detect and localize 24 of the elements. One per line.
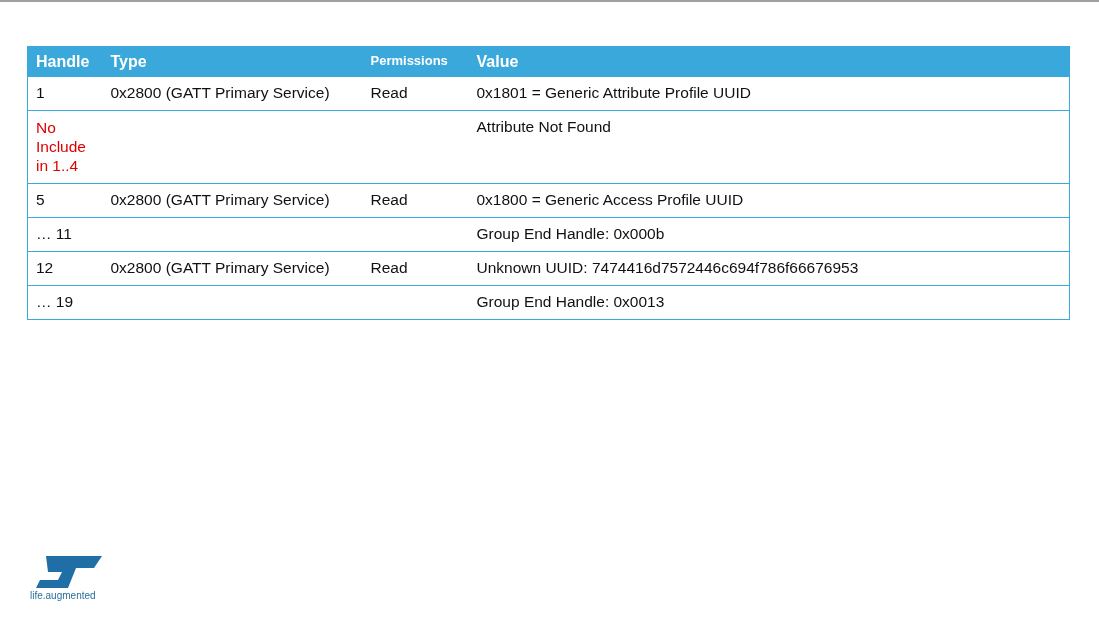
table-cell: Read <box>370 259 408 276</box>
table-cell: Group End Handle: 0x0013 <box>476 293 665 310</box>
table-cell: 0x2800 (GATT Primary Service) <box>110 191 330 208</box>
column-header: Value <box>468 46 1070 77</box>
table-cell: 5 <box>36 191 45 208</box>
table-cell: 1 <box>36 84 45 101</box>
column-header: Permissions <box>362 46 469 77</box>
table-cell-text: No Include in 1..4 <box>36 118 87 175</box>
table-cell: Read <box>370 191 408 208</box>
table-cell: 0x1801 = Generic Attribute Profile UUID <box>476 84 751 101</box>
logo-icon <box>36 556 102 588</box>
table-cell: … 11 <box>36 225 72 242</box>
table-cell: Unknown UUID: 7474416d7572446c694f786f66676953 <box>476 259 859 276</box>
logo-tagline: life.augmented <box>30 590 96 601</box>
table-cell: 0x1800 = Generic Access Profile UUID <box>476 191 744 208</box>
table-cell: Attribute Not Found <box>476 118 611 135</box>
table-cell: 0x2800 (GATT Primary Service) <box>110 84 330 101</box>
column-header: Type <box>102 46 363 77</box>
table-cell: 12 <box>36 259 54 276</box>
table-cell: 0x2800 (GATT Primary Service) <box>110 259 330 276</box>
table-cell: Group End Handle: 0x000b <box>476 225 665 242</box>
column-header: Handle <box>27 46 103 77</box>
table-cell: Read <box>370 84 408 101</box>
table-cell: … 19 <box>36 293 74 310</box>
